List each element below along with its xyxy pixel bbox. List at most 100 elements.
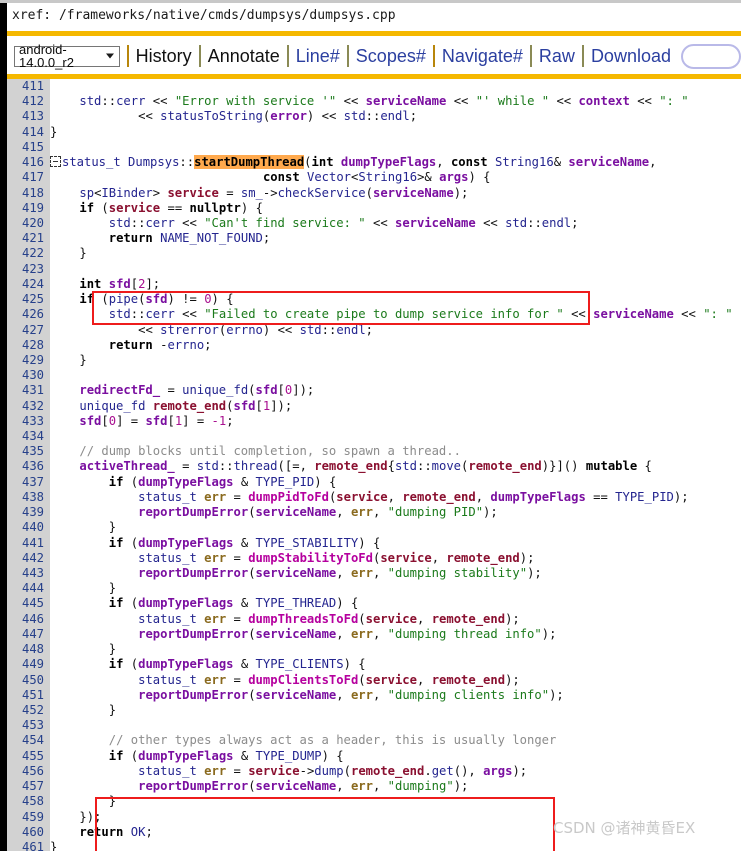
code-line: 432 unique_fd remote_end(sfd[1]); bbox=[7, 399, 733, 414]
code-line: 431 redirectFd_ = unique_fd(sfd[0]); bbox=[7, 383, 733, 398]
toolbar-item-annotate[interactable]: Annotate bbox=[208, 47, 280, 65]
line-number[interactable]: 453 bbox=[7, 718, 50, 733]
chevron-down-icon bbox=[105, 53, 114, 59]
line-number[interactable]: 445 bbox=[7, 596, 50, 611]
code-line: 419 if (service == nullptr) { bbox=[7, 201, 733, 216]
line-number[interactable]: 437 bbox=[7, 475, 50, 490]
toolbar-divider bbox=[432, 45, 435, 67]
code-line: 425 if (pipe(sfd) != 0) { bbox=[7, 292, 733, 307]
code-text: }); bbox=[79, 809, 102, 824]
code-text: std::cerr << "Can't find service: " << s… bbox=[108, 215, 579, 230]
code-line: 453 bbox=[7, 718, 733, 733]
line-number[interactable]: 431 bbox=[7, 383, 50, 398]
code-line: 427 << strerror(errno) << std::endl; bbox=[7, 323, 733, 338]
toolbar-item-line-numbers[interactable]: Line# bbox=[296, 47, 340, 65]
line-number[interactable]: 433 bbox=[7, 414, 50, 429]
line-number[interactable]: 426 bbox=[7, 307, 50, 322]
line-number[interactable]: 423 bbox=[7, 262, 50, 277]
line-number[interactable]: 442 bbox=[7, 551, 50, 566]
line-number[interactable]: 421 bbox=[7, 231, 50, 246]
line-number[interactable]: 439 bbox=[7, 505, 50, 520]
line-number[interactable]: 428 bbox=[7, 338, 50, 353]
toolbar-divider bbox=[346, 45, 349, 67]
line-number[interactable]: 419 bbox=[7, 201, 50, 216]
line-number[interactable]: 424 bbox=[7, 277, 50, 292]
code-line: 449 if (dumpTypeFlags & TYPE_CLIENTS) { bbox=[7, 657, 733, 672]
code-line: 452 } bbox=[7, 703, 733, 718]
line-number[interactable]: 443 bbox=[7, 566, 50, 581]
line-number[interactable]: 454 bbox=[7, 733, 50, 748]
line-number[interactable]: 450 bbox=[7, 673, 50, 688]
code-text: if (pipe(sfd) != 0) { bbox=[79, 292, 234, 307]
line-number[interactable]: 412 bbox=[7, 94, 50, 109]
line-number[interactable]: 452 bbox=[7, 703, 50, 718]
line-number[interactable]: 434 bbox=[7, 429, 50, 444]
code-line: 461} bbox=[7, 840, 733, 851]
code-text: if (dumpTypeFlags & TYPE_DUMP) { bbox=[108, 748, 344, 763]
code-line: 416 status_t Dumpsys::startDumpThread(int… bbox=[7, 155, 733, 170]
code-text: reportDumpError(serviceName, err, "dumpi… bbox=[138, 779, 469, 794]
code-text: } bbox=[108, 581, 117, 596]
line-number[interactable]: 448 bbox=[7, 642, 50, 657]
toolbar-item-history[interactable]: History bbox=[136, 47, 192, 65]
code-text: const Vector<String16>& args) { bbox=[262, 170, 491, 185]
line-number[interactable]: 416 bbox=[7, 155, 50, 170]
toolbar-item-raw[interactable]: Raw bbox=[539, 47, 575, 65]
code-text: reportDumpError(serviceName, err, "dumpi… bbox=[138, 687, 564, 702]
line-number[interactable]: 457 bbox=[7, 779, 50, 794]
line-number[interactable]: 429 bbox=[7, 353, 50, 368]
fold-collapse-icon[interactable] bbox=[50, 156, 61, 168]
line-number[interactable]: 417 bbox=[7, 170, 50, 185]
line-number[interactable]: 461 bbox=[7, 840, 50, 851]
line-number[interactable]: 441 bbox=[7, 536, 50, 551]
line-number[interactable]: 459 bbox=[7, 810, 50, 825]
line-number[interactable]: 449 bbox=[7, 657, 50, 672]
line-number[interactable]: 436 bbox=[7, 459, 50, 474]
code-text: } bbox=[79, 352, 87, 367]
line-number[interactable]: 418 bbox=[7, 186, 50, 201]
line-number[interactable]: 446 bbox=[7, 612, 50, 627]
code-line: 430 bbox=[7, 368, 733, 383]
code-text: status_t err = dumpThreadsToFd(service, … bbox=[138, 611, 520, 626]
code-text: << strerror(errno) << std::endl; bbox=[138, 322, 374, 337]
line-number[interactable]: 444 bbox=[7, 581, 50, 596]
search-input[interactable] bbox=[681, 43, 741, 69]
toolbar-item-scopes[interactable]: Scopes# bbox=[356, 47, 426, 65]
toolbar-item-download[interactable]: Download bbox=[591, 47, 671, 65]
line-number[interactable]: 414 bbox=[7, 125, 50, 140]
code-text: unique_fd remote_end(sfd[1]); bbox=[79, 398, 293, 413]
code-text: } bbox=[50, 839, 58, 851]
line-number[interactable]: 422 bbox=[7, 246, 50, 261]
line-number[interactable]: 447 bbox=[7, 627, 50, 642]
toolbar-item-navigate[interactable]: Navigate# bbox=[442, 47, 523, 65]
line-number[interactable]: 440 bbox=[7, 520, 50, 535]
line-number[interactable]: 425 bbox=[7, 292, 50, 307]
line-number[interactable]: 451 bbox=[7, 688, 50, 703]
line-number[interactable]: 460 bbox=[7, 825, 50, 840]
code-line: 412 std::cerr << "Error with service '" … bbox=[7, 94, 733, 109]
line-number[interactable]: 411 bbox=[7, 79, 50, 94]
toolbar-divider bbox=[581, 45, 584, 67]
code-viewer[interactable]: 411 412 std::cerr << "Error with service … bbox=[7, 79, 741, 851]
line-number[interactable]: 427 bbox=[7, 323, 50, 338]
line-number[interactable]: 458 bbox=[7, 794, 50, 809]
version-select[interactable]: android-14.0.0_r2 bbox=[14, 42, 120, 70]
toolbar-divider bbox=[286, 45, 289, 67]
line-number[interactable]: 435 bbox=[7, 444, 50, 459]
line-number[interactable]: 420 bbox=[7, 216, 50, 231]
code-line: 450 status_t err = dumpClientsToFd(servi… bbox=[7, 673, 733, 688]
line-number[interactable]: 430 bbox=[7, 368, 50, 383]
line-number[interactable]: 456 bbox=[7, 764, 50, 779]
code-line: 424 int sfd[2]; bbox=[7, 277, 733, 292]
line-number[interactable]: 438 bbox=[7, 490, 50, 505]
code-line: 440 } bbox=[7, 520, 733, 535]
code-text: } bbox=[79, 246, 87, 261]
line-number[interactable]: 455 bbox=[7, 749, 50, 764]
left-black-rail bbox=[0, 3, 7, 851]
line-number[interactable]: 413 bbox=[7, 109, 50, 124]
version-select-value: android-14.0.0_r2 bbox=[19, 42, 74, 70]
line-number[interactable]: 415 bbox=[7, 140, 50, 155]
code-text: } bbox=[108, 642, 117, 657]
code-text: // dump blocks until completion, so spaw… bbox=[79, 444, 461, 459]
line-number[interactable]: 432 bbox=[7, 399, 50, 414]
